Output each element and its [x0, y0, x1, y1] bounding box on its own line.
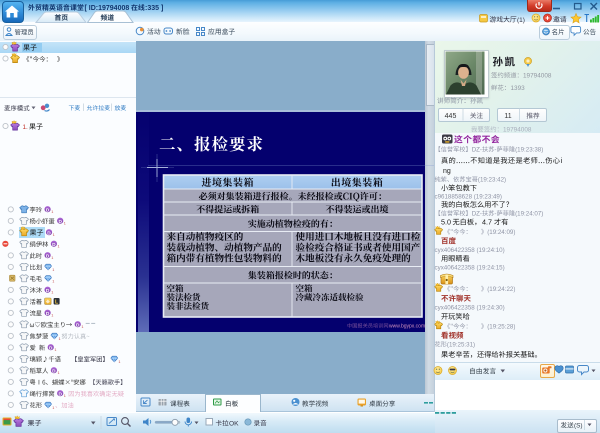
svg-text:1.: 1. — [23, 124, 29, 131]
svg-text:1: 1 — [52, 406, 54, 410]
svg-text:(19:25:31): (19:25:31) — [447, 342, 475, 349]
svg-text:ng: ng — [443, 168, 451, 175]
svg-text:i: i — [561, 156, 563, 165]
svg-text:cyx406422358 (19:24:10): cyx406422358 (19:24:10) — [435, 247, 505, 254]
svg-text:(19:24:07): (19:24:07) — [515, 211, 543, 218]
svg-text:www.bgypx.com: www.bgypx.com — [389, 324, 425, 330]
svg-text:-: - — [494, 211, 496, 218]
svg-text:D: D — [58, 391, 62, 397]
svg-text:1: 1 — [64, 394, 66, 398]
svg-text:D: D — [52, 242, 56, 248]
svg-text:D: D — [46, 311, 50, 317]
svg-text:(19:23:42): (19:23:42) — [478, 177, 506, 184]
svg-text:(1): (1) — [517, 17, 525, 24]
svg-text:1: 1 — [58, 371, 60, 375]
svg-text:cyx406422358 (19:24:15): cyx406422358 (19:24:15) — [435, 265, 505, 272]
svg-text:1: 1 — [59, 337, 61, 341]
svg-text:1: 1 — [51, 314, 53, 318]
svg-text:19794008: 19794008 — [503, 127, 532, 134]
svg-text:-: - — [494, 147, 496, 154]
svg-text:4.7: 4.7 — [482, 218, 492, 227]
svg-text:11: 11 — [504, 113, 511, 120]
svg-text:(19:24:09): (19:24:09) — [487, 229, 515, 236]
svg-text:1: 1 — [52, 268, 54, 272]
svg-text:1: 1 — [64, 222, 66, 226]
svg-text:(S): (S) — [574, 423, 583, 430]
svg-text:1: 1 — [118, 360, 120, 364]
svg-text:D: D — [49, 345, 53, 351]
svg-text:D: D — [58, 219, 62, 225]
svg-text:(19:23:38): (19:23:38) — [515, 147, 543, 154]
svg-text:OK: OK — [229, 421, 239, 428]
svg-text:1393: 1393 — [511, 85, 526, 92]
svg-text:DZ-: DZ- — [472, 147, 482, 154]
svg-text:(19:25:28): (19:25:28) — [487, 324, 515, 331]
svg-text:445: 445 — [445, 113, 457, 120]
svg-text:1: 1 — [54, 348, 56, 352]
svg-text::335 ]: :335 ] — [145, 5, 163, 12]
svg-text:5.0: 5.0 — [441, 218, 451, 227]
svg-text:D: D — [46, 207, 50, 213]
svg-text:D: D — [46, 253, 50, 259]
svg-text:1: 1 — [51, 256, 53, 260]
svg-text:19794008: 19794008 — [523, 73, 552, 80]
svg-text:1: 1 — [51, 291, 53, 295]
svg-text:cyx406422358 (19:24:30): cyx406422358 (19:24:30) — [435, 305, 505, 312]
svg-text:1: 1 — [51, 210, 53, 214]
svg-text:1: 1 — [81, 325, 83, 329]
svg-text:c9618858628 (19:23:49): c9618858628 (19:23:49) — [435, 194, 502, 201]
svg-text:D: D — [52, 368, 56, 374]
svg-text:1: 1 — [58, 245, 60, 249]
svg-text:D: D — [47, 230, 51, 236]
svg-text:(19:24:22): (19:24:22) — [487, 286, 515, 293]
svg-text:1: 1 — [52, 280, 54, 284]
svg-text:1: 1 — [53, 233, 55, 237]
svg-text:D: D — [76, 322, 80, 328]
svg-text:D: D — [46, 288, 50, 294]
svg-text:DZ-: DZ- — [472, 211, 482, 218]
